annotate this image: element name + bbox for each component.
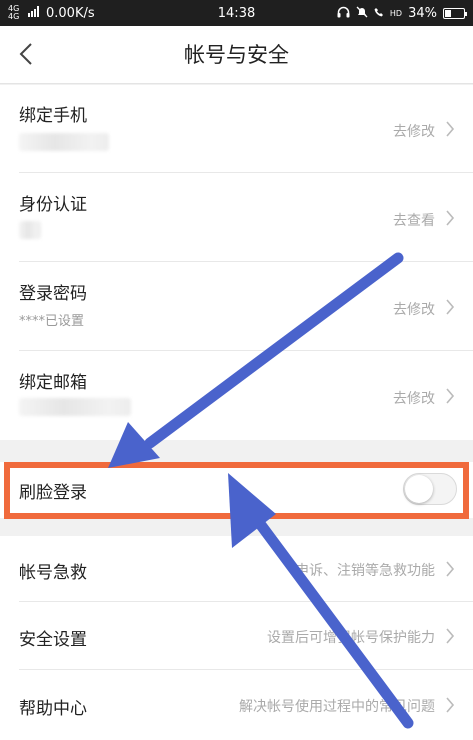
network-type: 4G 4G: [8, 4, 20, 21]
row-account-rescue[interactable]: 帐号急救 申诉、注销等急救功能: [0, 536, 473, 602]
chevron-right-icon: [446, 628, 455, 644]
masked-phone-number: [19, 133, 109, 151]
signal-icon: [28, 5, 40, 21]
status-bar: 4G 4G 0.00K/s 14:38 HD 34%: [0, 0, 473, 26]
battery-fill: [445, 9, 452, 17]
row-action: 去修改: [393, 302, 435, 318]
row-login-password[interactable]: 登录密码 ****已设置 去修改: [0, 262, 473, 351]
row-title: 绑定邮箱: [19, 373, 87, 393]
nav-bar: 帐号与安全: [0, 26, 473, 84]
face-login-toggle[interactable]: [403, 473, 457, 505]
row-action: 去修改: [393, 124, 435, 140]
row-title: 登录密码: [19, 284, 87, 304]
row-title: 刷脸登录: [19, 483, 87, 503]
status-right: HD 34%: [337, 5, 467, 21]
network-speed: 0.00K/s: [46, 5, 95, 21]
row-title: 绑定手机: [19, 106, 87, 126]
row-security-settings[interactable]: 安全设置 设置后可增强帐号保护能力: [0, 602, 473, 670]
chevron-right-icon: [446, 697, 455, 713]
row-title: 身份认证: [19, 195, 87, 215]
status-left: 4G 4G 0.00K/s: [8, 5, 95, 21]
row-bind-phone[interactable]: 绑定手机 去修改: [0, 85, 473, 173]
row-title: 安全设置: [19, 630, 87, 650]
row-action: 去查看: [393, 213, 435, 229]
chevron-right-icon: [446, 210, 455, 226]
toggle-knob: [405, 475, 433, 503]
page-title: 帐号与安全: [184, 43, 289, 67]
hd-call-icon: [374, 6, 384, 20]
row-description: 设置后可增强帐号保护能力: [267, 630, 435, 646]
chevron-left-icon: [19, 43, 32, 65]
chevron-right-icon: [446, 561, 455, 577]
chevron-right-icon: [446, 388, 455, 404]
row-description: 申诉、注销等急救功能: [295, 563, 435, 579]
chevron-right-icon: [446, 299, 455, 315]
row-title: 帐号急救: [19, 563, 87, 583]
mute-bell-icon: [356, 6, 368, 21]
row-identity-verification[interactable]: 身份认证 去查看: [0, 173, 473, 262]
row-title: 帮助中心: [19, 699, 87, 719]
masked-identity: [19, 221, 41, 239]
row-description: 解决帐号使用过程中的常见问题: [239, 699, 435, 715]
row-action: 去修改: [393, 391, 435, 407]
row-help-center[interactable]: 帮助中心 解决帐号使用过程中的常见问题: [0, 670, 473, 740]
row-bind-email[interactable]: 绑定邮箱 去修改: [0, 351, 473, 440]
row-face-login: 刷脸登录: [0, 462, 473, 518]
row-subtitle: ****已设置: [19, 314, 85, 329]
battery-icon: [443, 7, 467, 19]
battery-percent: 34%: [408, 5, 437, 21]
masked-email: [19, 398, 131, 416]
hd-label: HD: [389, 8, 403, 18]
back-button[interactable]: [8, 36, 44, 72]
chevron-right-icon: [446, 121, 455, 137]
headphones-icon: [337, 6, 350, 21]
